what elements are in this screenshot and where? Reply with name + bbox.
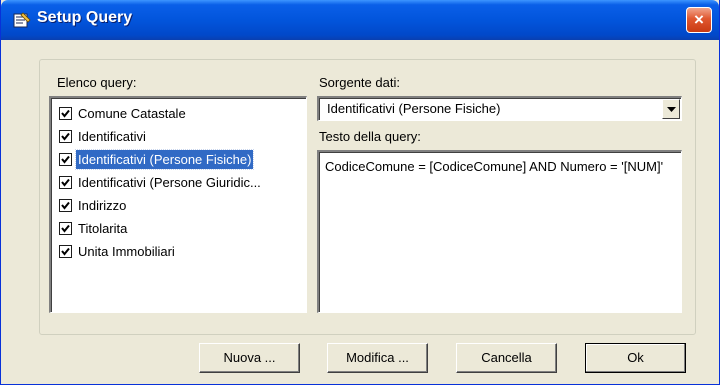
setup-query-dialog: Setup Query × Elenco query: Comune Catas… xyxy=(0,0,720,385)
data-source-select[interactable]: Identificativi (Persone Fisiche) xyxy=(317,96,682,121)
checkbox[interactable] xyxy=(59,245,72,258)
query-text: CodiceComune = [CodiceComune] AND Numero… xyxy=(325,159,664,174)
checkbox[interactable] xyxy=(59,130,72,143)
ok-button[interactable]: Ok xyxy=(585,343,686,373)
list-item-label: Titolarita xyxy=(78,221,128,236)
checkbox[interactable] xyxy=(59,222,72,235)
delete-button[interactable]: Cancella xyxy=(456,343,557,373)
checkmark-icon xyxy=(61,155,70,164)
data-source-value: Identificativi (Persone Fisiche) xyxy=(327,101,501,116)
query-list-label: Elenco query: xyxy=(57,75,137,90)
query-text-area[interactable]: CodiceComune = [CodiceComune] AND Numero… xyxy=(317,150,682,313)
query-list[interactable]: Comune Catastale Identificativi Identifica… xyxy=(49,96,307,313)
list-item-label: Indirizzo xyxy=(78,198,127,213)
checkbox[interactable] xyxy=(59,153,72,166)
checkmark-icon xyxy=(61,178,70,187)
list-item-label: Comune Catastale xyxy=(78,106,186,121)
dropdown-button[interactable] xyxy=(662,99,680,119)
new-button[interactable]: Nuova ... xyxy=(199,343,300,373)
close-icon: × xyxy=(694,10,704,29)
data-source-label: Sorgente dati: xyxy=(319,75,400,90)
window-title: Setup Query xyxy=(37,9,133,26)
checkmark-icon xyxy=(61,109,70,118)
query-setup-icon xyxy=(13,12,31,28)
checkbox[interactable] xyxy=(59,176,72,189)
checkmark-icon xyxy=(61,247,70,256)
edit-button[interactable]: Modifica ... xyxy=(327,343,428,373)
checkmark-icon xyxy=(61,132,70,141)
checkbox[interactable] xyxy=(59,107,72,120)
checkmark-icon xyxy=(61,224,70,233)
title-bar[interactable]: Setup Query × xyxy=(1,0,719,40)
query-text-label: Testo della query: xyxy=(319,129,421,144)
checkmark-icon xyxy=(61,201,70,210)
close-button[interactable]: × xyxy=(686,7,712,33)
list-item-label: Unita Immobiliari xyxy=(78,244,175,259)
list-item-label: Identificativi xyxy=(78,129,146,144)
list-item-label: Identificativi (Persone Fisiche) xyxy=(74,149,255,170)
checkbox[interactable] xyxy=(59,199,72,212)
chevron-down-icon xyxy=(667,107,676,112)
list-item-label: Identificativi (Persone Giuridic... xyxy=(78,175,261,190)
